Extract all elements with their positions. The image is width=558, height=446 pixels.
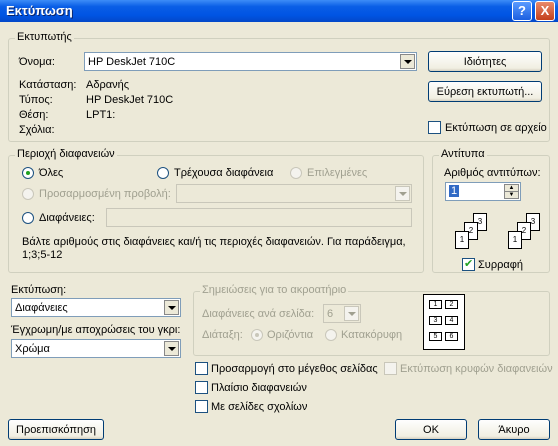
collate-label: Συρραφή: [478, 259, 523, 271]
find-printer-button[interactable]: Εύρεση εκτυπωτή...: [428, 81, 542, 102]
properties-button[interactable]: Ιδιότητες: [428, 51, 542, 72]
range-current-label: Τρέχουσα διαφάνεια: [174, 167, 274, 179]
chevron-down-icon[interactable]: [400, 54, 415, 69]
per-page-select[interactable]: 6: [323, 304, 361, 323]
range-slides-label: Διαφάνειες:: [39, 212, 95, 224]
print-what-value: Διαφάνειες: [15, 302, 68, 314]
include-comments-label: Με σελίδες σχολίων: [211, 401, 308, 413]
chevron-down-icon[interactable]: [164, 300, 179, 315]
range-selection-label: Επιλεγμένες: [307, 167, 368, 179]
range-selection-radio[interactable]: [290, 167, 302, 179]
order-horizontal-radio[interactable]: [251, 329, 263, 341]
range-custom-label: Προσαρμοσμένη προβολή:: [39, 188, 171, 200]
copies-number-value: 1: [449, 185, 460, 197]
printer-status-label: Κατάσταση:: [19, 79, 77, 91]
thumb-5: 5: [429, 332, 442, 341]
per-page-value: 6: [327, 308, 334, 320]
color-mode-value: Χρώμα: [15, 343, 50, 355]
printer-comment-label: Σχόλια:: [19, 124, 55, 136]
printer-where-label: Θέση:: [19, 109, 49, 121]
order-vertical-label: Κατακόρυφη: [341, 329, 403, 341]
range-all-label: Όλες: [39, 167, 64, 179]
range-all-radio[interactable]: [22, 167, 34, 179]
dialog-title: Εκτύπωση: [6, 3, 73, 18]
ok-button[interactable]: OK: [395, 419, 467, 440]
printer-name-label: Όνομα:: [19, 56, 55, 68]
print-range-label: Περιοχή διαφανειών: [15, 148, 117, 160]
print-hidden-checkbox[interactable]: [384, 362, 397, 375]
copies-number-label: Αριθμός αντιτύπων:: [444, 167, 541, 179]
range-hint-example: 1;3;5-12: [22, 249, 63, 261]
print-dialog: Εκτύπωση ? X Εκτυπωτής Όνομα: HP DeskJet…: [0, 0, 558, 446]
scale-to-fit-checkbox[interactable]: [195, 362, 208, 375]
order-horizontal-label: Οριζόντια: [267, 329, 314, 341]
chevron-down-icon[interactable]: [164, 341, 179, 356]
range-current-radio[interactable]: [157, 167, 169, 179]
range-slides-radio[interactable]: [22, 212, 34, 224]
thumb-4: 4: [445, 316, 458, 325]
printer-group-label: Εκτυπωτής: [15, 31, 74, 43]
scale-to-fit-label: Προσαρμογή στο μέγεθος σελίδας: [211, 363, 378, 375]
order-vertical-radio[interactable]: [325, 329, 337, 341]
chevron-down-icon[interactable]: [395, 186, 410, 201]
handouts-group-label: Σημειώσεις για το ακροατήριο: [200, 284, 349, 296]
printer-type-label: Τύπος:: [19, 94, 53, 106]
copies-number-input[interactable]: 1 ▲ ▼: [445, 182, 521, 201]
copies-group-label: Αντίτυπα: [439, 148, 487, 160]
color-mode-select[interactable]: Χρώμα: [11, 339, 181, 358]
spin-down-icon[interactable]: ▼: [504, 191, 519, 199]
printer-name-value: HP DeskJet 710C: [88, 56, 176, 68]
print-to-file-checkbox[interactable]: [428, 121, 441, 134]
help-icon[interactable]: ?: [512, 1, 532, 21]
preview-button[interactable]: Προεπισκόπηση: [8, 419, 104, 440]
handout-preview: 1 2 3 4 5 6: [423, 294, 465, 350]
custom-show-select[interactable]: [176, 184, 412, 203]
frame-slides-checkbox[interactable]: [195, 381, 208, 394]
printer-where-value: LPT1:: [86, 109, 116, 121]
print-to-file-label: Εκτύπωση σε αρχείο: [445, 122, 547, 134]
chevron-down-icon[interactable]: [344, 306, 359, 321]
printer-type-value: HP DeskJet 710C: [86, 94, 174, 106]
thumb-3: 3: [429, 316, 442, 325]
per-page-label: Διαφάνειες ανά σελίδα:: [202, 308, 315, 320]
range-hint: Βάλτε αριθμούς στις διαφάνειες και/ή τις…: [22, 236, 406, 248]
color-mode-label: Έγχρωμη/με αποχρώσεις του γκρι:: [11, 324, 181, 336]
frame-slides-label: Πλαίσιο διαφανειών: [211, 382, 307, 394]
thumb-2: 2: [445, 300, 458, 309]
slides-input[interactable]: [106, 208, 412, 227]
close-icon[interactable]: X: [535, 1, 555, 21]
page-icon: 1: [508, 231, 522, 249]
range-custom-radio[interactable]: [22, 188, 34, 200]
thumb-1: 1: [429, 300, 442, 309]
title-bar[interactable]: Εκτύπωση ? X: [0, 0, 558, 22]
page-icon: 1: [455, 231, 469, 249]
order-label: Διάταξη:: [202, 329, 243, 341]
collate-checkbox[interactable]: [462, 257, 475, 271]
handouts-group: Σημειώσεις για το ακροατήριο: [193, 284, 550, 356]
printer-status-value: Αδρανής: [86, 79, 129, 91]
print-what-select[interactable]: Διαφάνειες: [11, 298, 181, 317]
print-hidden-label: Εκτύπωση κρυφών διαφανειών: [400, 363, 553, 375]
cancel-button[interactable]: Άκυρο: [478, 419, 550, 440]
thumb-6: 6: [445, 332, 458, 341]
include-comments-checkbox[interactable]: [195, 400, 208, 413]
print-what-label: Εκτύπωση:: [11, 284, 67, 296]
printer-name-select[interactable]: HP DeskJet 710C: [84, 52, 417, 71]
